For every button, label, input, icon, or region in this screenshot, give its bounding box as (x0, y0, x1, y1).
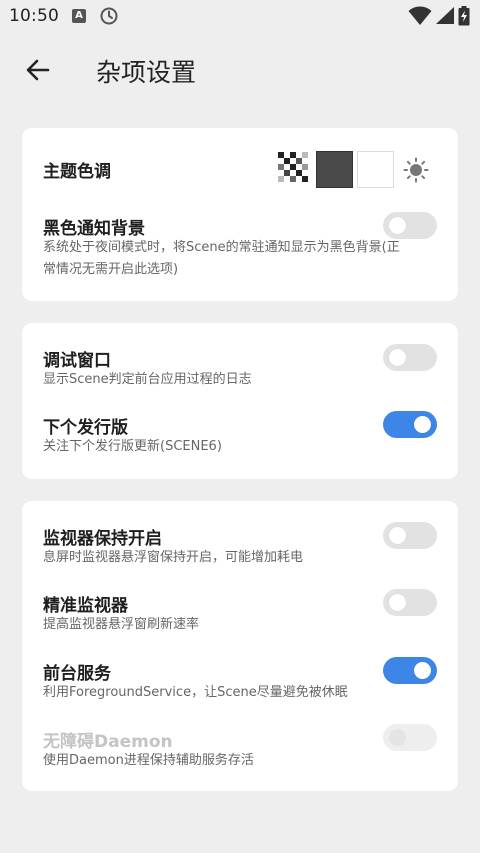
light-swatch[interactable] (357, 151, 394, 188)
foreground-service-title: 前台服务 (43, 664, 111, 684)
wifi-icon (408, 6, 432, 30)
debug-window-desc: 显示Scene判定前台应用过程的日志 (43, 372, 252, 387)
foreground-service-toggle[interactable] (383, 657, 437, 684)
foreground-service-desc: 利用ForegroundService，让Scene尽量避免被休眠 (43, 685, 348, 700)
precise-monitor-title: 精准监视器 (43, 596, 128, 616)
monitor-keep-toggle[interactable] (383, 522, 437, 549)
monitor-keep-desc: 息屏时监视器悬浮窗保持开启，可能增加耗电 (43, 550, 304, 565)
next-release-toggle[interactable] (383, 411, 437, 438)
monitor-keep-title: 监视器保持开启 (43, 529, 162, 549)
status-bar: 10:50 A (0, 0, 480, 34)
black-notification-title: 黑色通知背景 (43, 219, 145, 239)
next-release-title: 下个发行版 (43, 418, 128, 438)
daemon-desc: 使用Daemon进程保持辅助服务存活 (43, 753, 254, 768)
battery-charging-icon (458, 6, 470, 30)
daemon-title: 无障碍Daemon (43, 732, 173, 752)
status-time: 10:50 (9, 6, 59, 26)
clock-icon (99, 6, 119, 30)
black-notification-desc: 系统处于夜间模式时，将Scene的常驻通知显示为黑色背景(正常情况无需开启此选项… (43, 240, 400, 277)
sun-icon[interactable] (403, 157, 429, 183)
back-button[interactable] (20, 52, 56, 88)
app-bar: 杂项设置 (0, 34, 480, 106)
checker-icon[interactable] (278, 152, 308, 184)
monitor-card: 监视器保持开启 息屏时监视器悬浮窗保持开启，可能增加耗电 精准监视器 提高监视器… (22, 501, 458, 791)
debug-window-title: 调试窗口 (43, 351, 111, 371)
debug-window-toggle[interactable] (383, 344, 437, 371)
dark-swatch[interactable] (316, 151, 353, 188)
page-title: 杂项设置 (96, 58, 197, 87)
debug-card: 调试窗口 显示Scene判定前台应用过程的日志 下个发行版 关注下个发行版更新(… (22, 323, 458, 479)
signal-icon (435, 7, 455, 29)
a-icon: A (72, 9, 86, 23)
next-release-desc: 关注下个发行版更新(SCENE6) (43, 439, 222, 454)
precise-monitor-toggle[interactable] (383, 589, 437, 616)
arrow-back-icon[interactable] (25, 57, 51, 83)
black-notification-toggle[interactable] (383, 212, 437, 239)
appearance-card: 主题色调 黑色通知背景 系统处于夜间模式时，将Scene的常驻通知显示为黑色背景… (22, 128, 458, 301)
theme-label: 主题色调 (43, 162, 111, 182)
daemon-toggle[interactable] (383, 724, 437, 751)
precise-monitor-desc: 提高监视器悬浮窗刷新速率 (43, 617, 200, 632)
